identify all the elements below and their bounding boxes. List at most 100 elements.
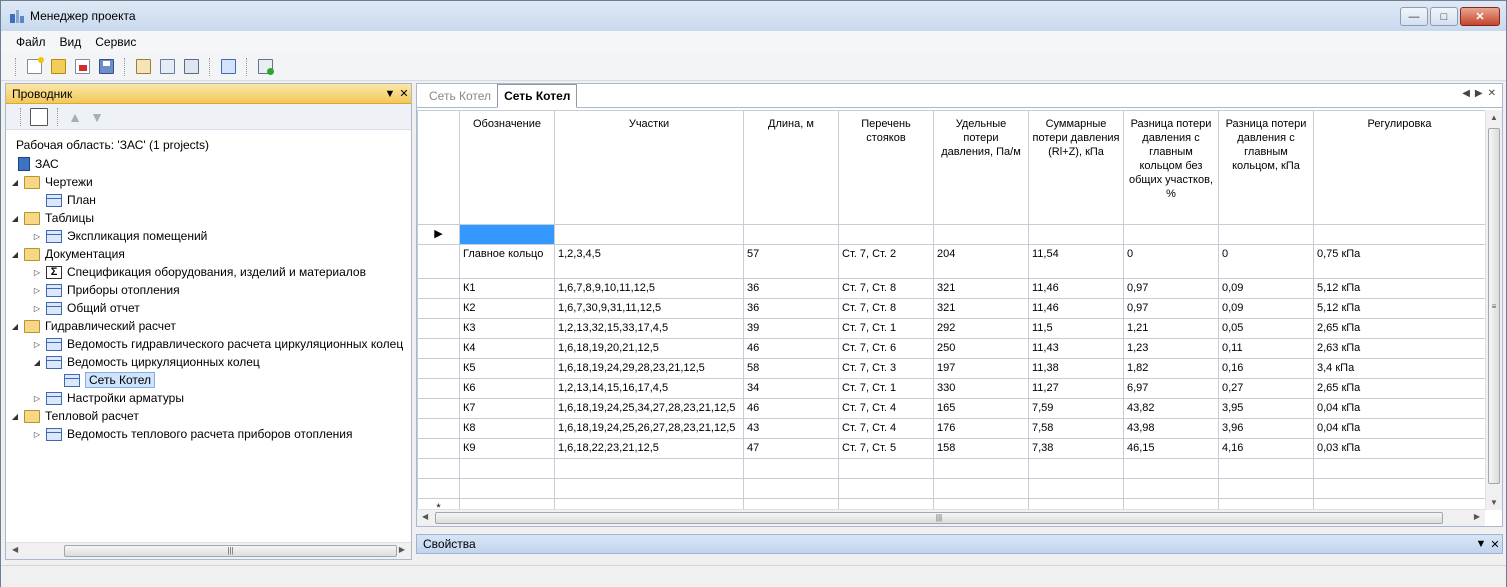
table-cell[interactable]: 0,04 кПа [1313, 418, 1486, 439]
new-project-button[interactable] [24, 57, 44, 77]
table-cell[interactable] [1028, 224, 1124, 245]
row-header[interactable] [417, 244, 460, 279]
tree-item[interactable]: Сеть Котел [50, 371, 156, 389]
tab-prev-icon[interactable]: ◀ [1462, 88, 1470, 99]
table-cell[interactable] [1218, 478, 1314, 499]
table-cell[interactable] [459, 224, 555, 245]
table-cell[interactable]: 39 [743, 318, 839, 339]
current-row-indicator-icon[interactable]: ▶ [417, 224, 460, 245]
collapse-arrow-icon[interactable]: ◢ [10, 412, 20, 421]
expand-arrow-icon[interactable]: ▷ [32, 232, 42, 241]
collapse-arrow-icon[interactable]: ◢ [10, 250, 20, 259]
move-down-icon[interactable]: ▼ [89, 109, 105, 125]
table-cell[interactable]: 0 [1218, 244, 1314, 279]
table-cell[interactable] [838, 458, 934, 479]
tree-item[interactable]: ▷ Общий отчет [32, 299, 140, 317]
table-cell[interactable]: 7,58 [1028, 418, 1124, 439]
table-cell[interactable]: 204 [933, 244, 1029, 279]
table-cell[interactable]: 321 [933, 298, 1029, 319]
row-header[interactable] [417, 398, 460, 419]
row-header[interactable] [417, 318, 460, 339]
scroll-left-icon[interactable]: ◀ [12, 545, 18, 554]
hscroll-thumb[interactable]: ||| [435, 512, 1443, 524]
table-cell[interactable]: 2,65 кПа [1313, 378, 1486, 399]
close-project-button[interactable] [72, 57, 92, 77]
table-cell[interactable]: 11,43 [1028, 338, 1124, 359]
tree-item[interactable]: ЗАС [14, 155, 59, 173]
table-cell[interactable] [1123, 224, 1219, 245]
table-cell[interactable]: 7,38 [1028, 438, 1124, 459]
explorer-hscrollbar[interactable]: ◀ ||| ▶ [6, 542, 411, 559]
table-cell[interactable]: Ст. 7, Ст. 3 [838, 358, 934, 379]
print-button[interactable] [181, 57, 201, 77]
table-cell[interactable]: 0,75 кПа [1313, 244, 1486, 279]
close-panel-icon[interactable]: ✕ [397, 87, 411, 100]
table-cell[interactable]: К3 [459, 318, 555, 339]
table-row[interactable]: К9 1,6,18,22,23,21,12,5 47 Ст. 7, Ст. 5 158 7… [417, 438, 1486, 459]
table-cell[interactable]: 0,97 [1123, 298, 1219, 319]
table-cell[interactable]: 197 [933, 358, 1029, 379]
table-cell[interactable]: 11,27 [1028, 378, 1124, 399]
tree-item[interactable]: ◢ Ведомость циркуляционных колец [32, 353, 260, 371]
pin-icon[interactable]: ▼ [1474, 538, 1488, 550]
collapse-arrow-icon[interactable]: ◢ [10, 178, 20, 187]
table-cell[interactable] [1123, 458, 1219, 479]
column-header[interactable]: Регулировка [1313, 110, 1486, 225]
scroll-right-icon[interactable]: ▶ [399, 545, 405, 554]
table-cell[interactable]: 2,63 кПа [1313, 338, 1486, 359]
scroll-thumb[interactable]: ||| [64, 545, 397, 557]
table-cell[interactable]: К4 [459, 338, 555, 359]
tree-item[interactable]: ◢ Тепловой расчет [10, 407, 139, 425]
table-cell[interactable]: Ст. 7, Ст. 1 [838, 318, 934, 339]
table-cell[interactable]: 11,5 [1028, 318, 1124, 339]
table-cell[interactable]: 0,11 [1218, 338, 1314, 359]
table-cell[interactable] [838, 224, 934, 245]
table-cell[interactable]: Ст. 7, Ст. 4 [838, 418, 934, 439]
row-header[interactable] [417, 438, 460, 459]
table-cell[interactable]: К2 [459, 298, 555, 319]
table-cell[interactable]: 0,09 [1218, 278, 1314, 299]
expand-arrow-icon[interactable]: ▷ [32, 268, 42, 277]
tree-view-button[interactable] [29, 107, 49, 127]
table-cell[interactable]: 11,54 [1028, 244, 1124, 279]
expand-arrow-icon[interactable]: ▷ [32, 394, 42, 403]
expand-arrow-icon[interactable]: ▷ [32, 304, 42, 313]
table-cell[interactable]: 36 [743, 278, 839, 299]
column-header[interactable]: Длина, м [743, 110, 839, 225]
table-cell[interactable]: 0,97 [1123, 278, 1219, 299]
row-header[interactable] [417, 478, 460, 499]
tab-next-icon[interactable]: ▶ [1475, 88, 1483, 99]
table-cell[interactable] [1313, 458, 1486, 479]
table-cell[interactable]: 1,6,18,19,24,29,28,23,21,12,5 [554, 358, 744, 379]
table-cell[interactable]: 0 [1123, 244, 1219, 279]
table-cell[interactable]: 57 [743, 244, 839, 279]
table-cell[interactable]: 11,46 [1028, 298, 1124, 319]
maximize-button[interactable]: □ [1430, 7, 1458, 26]
row-header[interactable] [417, 418, 460, 439]
table-cell[interactable]: 1,6,18,19,20,21,12,5 [554, 338, 744, 359]
table-cell[interactable]: К6 [459, 378, 555, 399]
table-row[interactable]: Главное кольцо 1,2,3,4,5 57 Ст. 7, Ст. 2 204… [417, 244, 1486, 279]
vscroll-thumb[interactable]: ≡ [1488, 128, 1500, 484]
table-cell[interactable] [933, 224, 1029, 245]
table-cell[interactable]: 250 [933, 338, 1029, 359]
table-cell[interactable]: 47 [743, 438, 839, 459]
collapse-arrow-icon[interactable]: ◢ [10, 214, 20, 223]
menu-view[interactable]: Вид [53, 33, 89, 51]
table-cell[interactable]: 1,6,18,22,23,21,12,5 [554, 438, 744, 459]
table-cell[interactable] [743, 478, 839, 499]
table-row[interactable]: К6 1,2,13,14,15,16,17,4,5 34 Ст. 7, Ст. 1 33… [417, 378, 1486, 399]
tree-item[interactable]: ▷ Экспликация помещений [32, 227, 207, 245]
table-cell[interactable]: Ст. 7, Ст. 2 [838, 244, 934, 279]
table-cell[interactable]: 46 [743, 338, 839, 359]
table-cell[interactable]: 3,95 [1218, 398, 1314, 419]
table-cell[interactable]: 46,15 [1123, 438, 1219, 459]
settings-button[interactable] [157, 57, 177, 77]
tree-item[interactable]: ▷ Ведомость гидравлического расчета цирку… [32, 335, 403, 353]
table-cell[interactable]: 1,82 [1123, 358, 1219, 379]
row-header[interactable] [417, 338, 460, 359]
table-cell[interactable]: Ст. 7, Ст. 8 [838, 298, 934, 319]
collapse-arrow-icon[interactable]: ◢ [32, 358, 42, 367]
table-cell[interactable]: Ст. 7, Ст. 1 [838, 378, 934, 399]
table-cell[interactable]: 36 [743, 298, 839, 319]
